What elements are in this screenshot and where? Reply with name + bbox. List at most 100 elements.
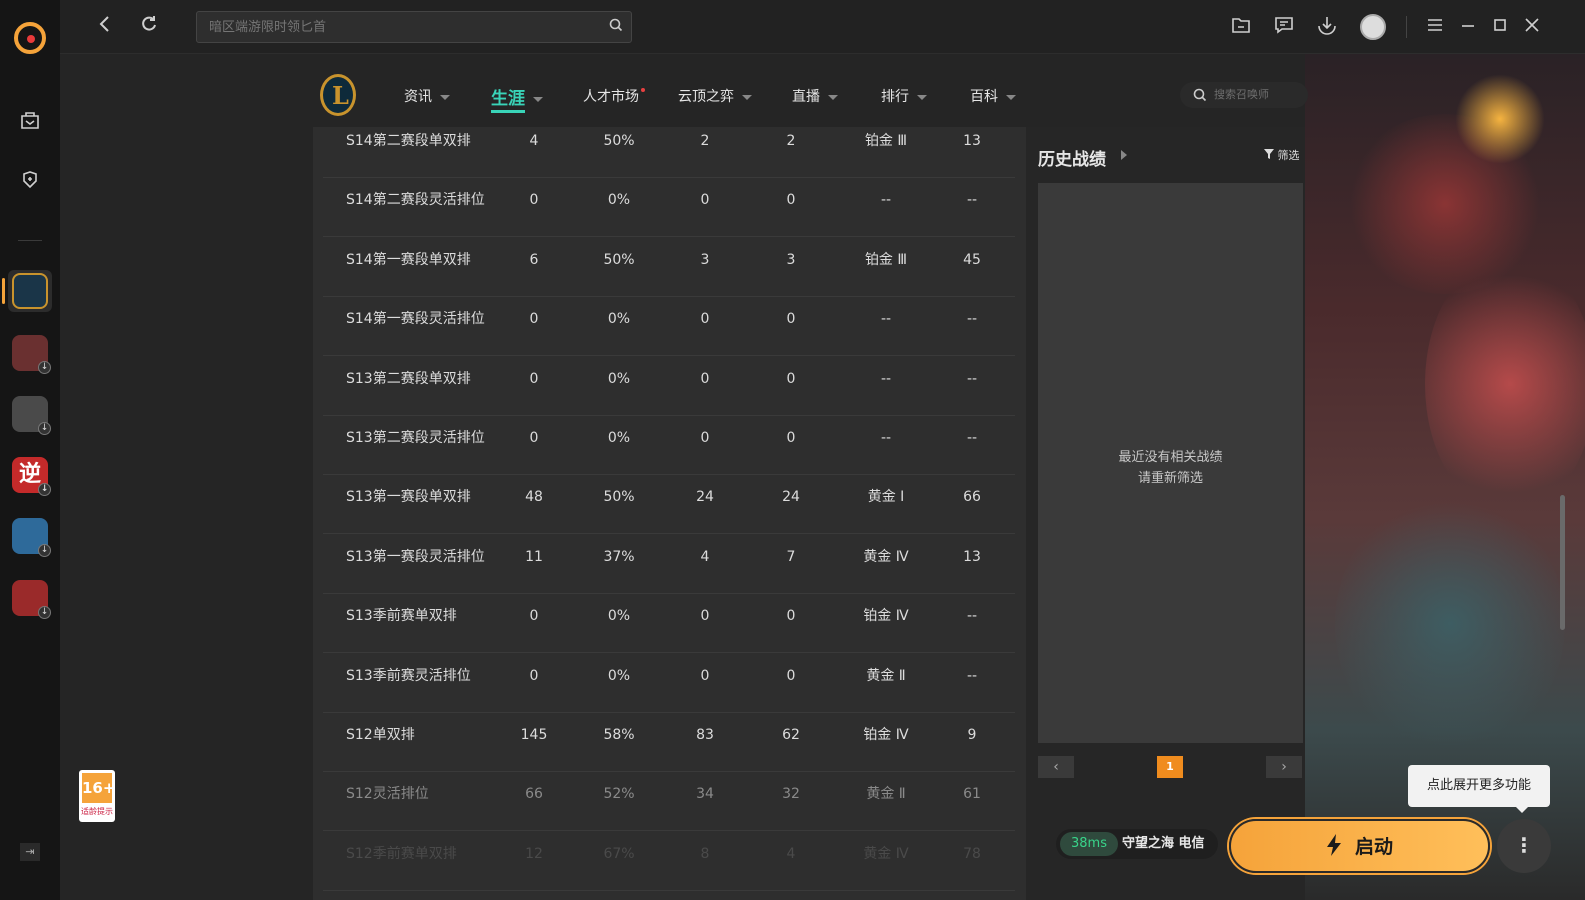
table-cell: 4: [700, 548, 710, 565]
chevron-down-icon: [533, 96, 543, 102]
table-cell: 0: [786, 192, 796, 209]
close-icon[interactable]: [1519, 14, 1545, 40]
launch-button[interactable]: 启动: [1229, 819, 1490, 873]
table-cell: 66: [525, 786, 543, 803]
refresh-icon[interactable]: [136, 14, 162, 40]
table-cell: 0: [786, 430, 796, 446]
table-row[interactable]: S14第一赛段单双排 6 50% 3 3 铂金 Ⅲ 45: [323, 238, 1015, 297]
table-cell: 0: [786, 608, 796, 625]
prev-page-button[interactable]: ‹: [1038, 756, 1074, 778]
game-qq-icon[interactable]: ↓: [12, 518, 51, 557]
nav-tft-label: 云顶之弈: [678, 89, 734, 105]
table-row[interactable]: S13第二赛段单双排 0 0% 0 0 -- --: [323, 357, 1015, 416]
nav-news[interactable]: 资讯: [404, 86, 450, 110]
ping-value: 38ms: [1060, 832, 1118, 856]
filter-button[interactable]: 筛选: [1264, 147, 1300, 163]
collapse-rail-button[interactable]: ⇥: [20, 843, 40, 861]
table-cell: 24: [696, 489, 714, 506]
user-avatar[interactable]: [1360, 14, 1386, 40]
table-row[interactable]: S13季前赛单双排 0 0% 0 0 铂金 Ⅳ --: [323, 594, 1015, 654]
game-ni-icon[interactable]: 逆 ↓: [12, 457, 51, 496]
minimize-icon[interactable]: [1455, 14, 1481, 40]
next-page-button[interactable]: ›: [1266, 756, 1302, 778]
server-status[interactable]: 38ms 守望之海 电信: [1056, 829, 1218, 859]
table-row[interactable]: S13第二赛段灵活排位 0 0% 0 0 -- --: [323, 416, 1015, 475]
nav-career[interactable]: 生涯: [491, 84, 543, 113]
nav-ranking[interactable]: 排行: [881, 86, 927, 110]
table-cell: S13季前赛灵活排位: [346, 667, 471, 684]
download-manager-icon[interactable]: [1314, 14, 1340, 40]
game-2-icon[interactable]: ↓: [12, 335, 51, 374]
folder-icon[interactable]: [1228, 14, 1254, 40]
history-empty-line1: 最近没有相关战绩: [1118, 450, 1223, 465]
table-cell: 13: [963, 133, 981, 149]
gamepad-icon[interactable]: [16, 168, 44, 196]
table-row[interactable]: S14第二赛段灵活排位 0 0% 0 0 -- --: [323, 178, 1015, 238]
table-cell: S13第一赛段单双排: [346, 489, 471, 506]
table-cell: S13季前赛单双排: [346, 608, 457, 625]
table-cell: 0: [786, 667, 796, 684]
chevron-down-icon: [440, 94, 450, 100]
filter-label: 筛选: [1277, 149, 1300, 162]
table-cell: S14第二赛段单双排: [346, 133, 471, 149]
game-cf-icon[interactable]: ↓: [12, 396, 51, 435]
table-cell: --: [880, 192, 892, 209]
nav-wiki[interactable]: 百科: [970, 86, 1016, 110]
lol-logo-icon[interactable]: L: [320, 74, 356, 116]
nav-news-label: 资讯: [404, 89, 432, 105]
game-lol-icon[interactable]: [12, 273, 48, 309]
more-options-button[interactable]: ⋮: [1497, 819, 1551, 873]
table-cell: 0: [529, 667, 539, 684]
chevron-down-icon: [742, 94, 752, 100]
table-cell: 7: [786, 548, 796, 565]
message-icon[interactable]: [1271, 14, 1297, 40]
summoner-search[interactable]: 搜索召唤师: [1180, 82, 1308, 108]
table-row[interactable]: S13第一赛段单双排 48 50% 24 24 黄金 Ⅰ 66: [323, 475, 1015, 535]
search-icon[interactable]: [609, 18, 623, 36]
table-row[interactable]: S12单双排 145 58% 83 62 铂金 Ⅳ 9: [323, 713, 1015, 772]
age-rating-bottom: 适龄提示: [81, 807, 113, 816]
chevron-down-icon: [917, 94, 927, 100]
app-window: ↓ ↓ 逆 ↓ ↓ ↓ ⇥ 16+ 适龄提示 暗区端游限时领匕首 L 资讯 生涯…: [0, 0, 1585, 900]
table-cell: 0: [529, 370, 539, 387]
table-row[interactable]: S12灵活排位 66 52% 34 32 黄金 Ⅱ 61: [323, 772, 1015, 832]
table-row[interactable]: S14第一赛段灵活排位 0 0% 0 0 -- --: [323, 297, 1015, 357]
table-row[interactable]: S13第一赛段灵活排位 11 37% 4 7 黄金 Ⅳ 13: [323, 535, 1015, 594]
table-row[interactable]: S12季前赛单双排 12 67% 8 4 黄金 Ⅳ 78: [323, 832, 1015, 891]
table-cell: --: [880, 430, 892, 446]
table-cell: 0: [700, 667, 710, 684]
app-logo[interactable]: [14, 22, 46, 54]
chevron-right-icon[interactable]: [1121, 150, 1127, 160]
nav-ranking-label: 排行: [881, 89, 909, 105]
table-cell: --: [966, 370, 978, 387]
table-cell: 0: [700, 370, 710, 387]
nav-talent-market[interactable]: 人才市场: [583, 86, 645, 110]
global-search-input[interactable]: [197, 12, 597, 42]
maximize-icon[interactable]: [1487, 14, 1513, 40]
nav-tft[interactable]: 云顶之弈: [678, 86, 752, 110]
table-cell: 83: [696, 727, 714, 743]
table-cell: 0: [700, 608, 710, 625]
table-cell: --: [966, 430, 978, 446]
table-cell: 34: [696, 786, 714, 803]
store-icon[interactable]: [16, 108, 44, 136]
page-number-button[interactable]: 1: [1157, 756, 1183, 778]
download-icon: ↓: [38, 544, 51, 557]
table-cell: 0: [786, 311, 796, 328]
table-cell: S13第二赛段单双排: [346, 370, 471, 387]
table-cell: 145: [520, 727, 548, 743]
table-cell: 4: [786, 845, 796, 862]
global-search[interactable]: [196, 11, 632, 43]
back-arrow-icon[interactable]: [92, 14, 118, 40]
nav-live[interactable]: 直播: [792, 86, 838, 110]
table-row[interactable]: S13季前赛灵活排位 0 0% 0 0 黄金 Ⅱ --: [323, 654, 1015, 713]
table-cell: 66: [963, 489, 981, 506]
page-scrollbar[interactable]: [1560, 495, 1565, 630]
table-cell: 4: [529, 133, 539, 149]
chevron-down-icon: [828, 94, 838, 100]
game-cf-hd-icon[interactable]: ↓: [12, 580, 51, 619]
table-row[interactable]: S14第二赛段单双排 4 50% 2 2 铂金 Ⅲ 13: [323, 127, 1015, 178]
menu-icon[interactable]: [1422, 14, 1448, 40]
top-bar: [60, 0, 1585, 54]
history-title[interactable]: 历史战绩: [1038, 145, 1106, 170]
